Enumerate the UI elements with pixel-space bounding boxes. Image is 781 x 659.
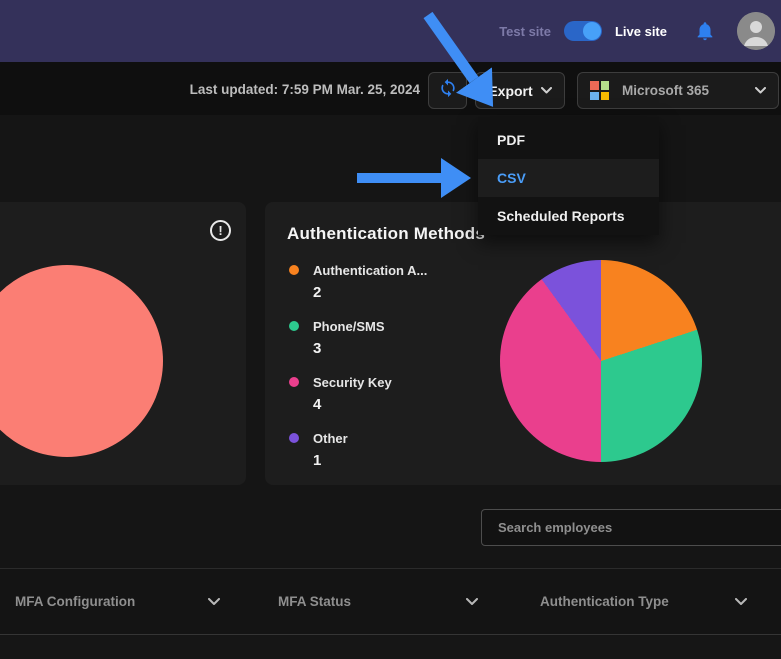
legend-item: Security Key 4 xyxy=(287,374,477,413)
column-filter-mfa-status[interactable]: MFA Status xyxy=(278,569,478,634)
refresh-button[interactable] xyxy=(428,72,467,109)
top-navigation-bar: Test site Live site xyxy=(0,0,781,62)
legend-value: 2 xyxy=(313,284,477,301)
microsoft-logo-icon xyxy=(590,81,609,100)
card-title: Authentication Methods xyxy=(287,224,485,244)
dashboard-screen: Test site Live site Last updated: 7:59 P… xyxy=(0,0,781,659)
legend-value: 3 xyxy=(313,340,477,357)
chevron-down-icon xyxy=(541,87,552,94)
legend-item: Authentication A... 2 xyxy=(287,262,477,301)
legend-value: 1 xyxy=(313,452,477,469)
menu-item-scheduled-reports[interactable]: Scheduled Reports xyxy=(478,197,659,235)
export-dropdown-menu: PDF CSV Scheduled Reports xyxy=(478,117,659,235)
user-avatar[interactable] xyxy=(737,12,775,50)
pie-legend: Authentication A... 2 Phone/SMS 3 Securi… xyxy=(287,262,477,486)
live-site-label: Live site xyxy=(615,24,667,39)
environment-toggle[interactable] xyxy=(564,21,602,41)
info-icon[interactable] xyxy=(210,220,231,241)
legend-label: Phone/SMS xyxy=(313,319,385,334)
column-label: MFA Status xyxy=(278,594,351,609)
column-filter-authentication-type[interactable]: Authentication Type xyxy=(540,569,747,634)
single-slice-pie xyxy=(0,265,163,457)
toggle-knob xyxy=(583,22,601,40)
last-updated-label: Last updated: 7:59 PM Mar. 25, 2024 xyxy=(190,82,420,97)
employee-table-header: MFA Configuration MFA Status Authenticat… xyxy=(0,568,781,635)
legend-dot xyxy=(289,433,299,443)
report-toolbar: Last updated: 7:59 PM Mar. 25, 2024 Expo… xyxy=(0,62,781,115)
legend-label: Security Key xyxy=(313,375,392,390)
legend-label: Authentication A... xyxy=(313,263,427,278)
refresh-icon xyxy=(438,78,458,103)
chevron-down-icon xyxy=(208,598,220,606)
column-label: Authentication Type xyxy=(540,594,669,609)
chevron-down-icon xyxy=(466,598,478,606)
legend-label: Other xyxy=(313,431,348,446)
column-filter-mfa-configuration[interactable]: MFA Configuration xyxy=(15,569,220,634)
menu-item-pdf[interactable]: PDF xyxy=(478,121,659,159)
export-button-label: Export xyxy=(488,83,532,99)
notification-bell-icon[interactable] xyxy=(694,20,716,42)
test-site-label: Test site xyxy=(499,24,551,39)
tenant-selector[interactable]: Microsoft 365 xyxy=(577,72,779,109)
tenant-selector-value: Microsoft 365 xyxy=(622,83,709,98)
export-button[interactable]: Export xyxy=(475,72,565,109)
search-input[interactable] xyxy=(481,509,781,546)
table-body-empty-row xyxy=(0,636,781,659)
legend-item: Other 1 xyxy=(287,430,477,469)
legend-dot xyxy=(289,321,299,331)
authentication-methods-card: Authentication Methods Authentication A.… xyxy=(265,202,781,485)
menu-item-csv[interactable]: CSV xyxy=(478,159,659,197)
legend-dot xyxy=(289,377,299,387)
chevron-down-icon xyxy=(755,87,766,94)
chevron-down-icon xyxy=(735,598,747,606)
legend-item: Phone/SMS 3 xyxy=(287,318,477,357)
auth-methods-pie xyxy=(500,260,702,462)
cropped-chart-card xyxy=(0,202,246,485)
column-label: MFA Configuration xyxy=(15,594,135,609)
legend-value: 4 xyxy=(313,396,477,413)
legend-dot xyxy=(289,265,299,275)
